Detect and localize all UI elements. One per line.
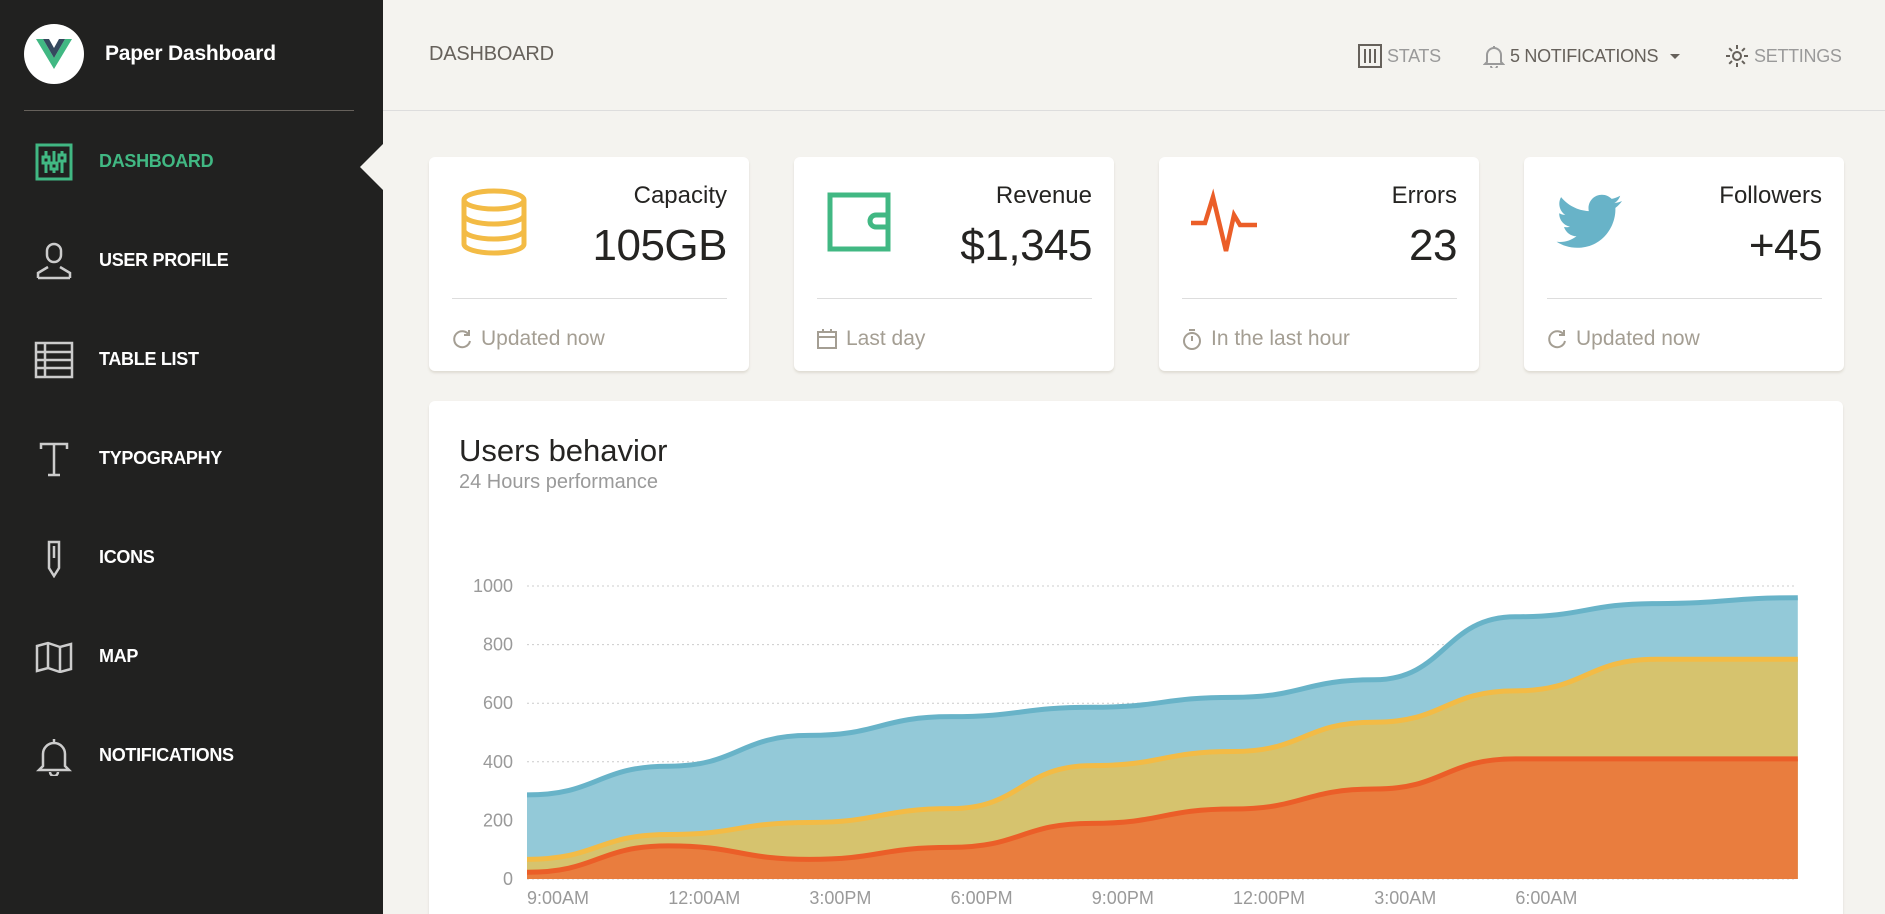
sidebar-item-label: MAP	[99, 646, 139, 666]
settings-label: SETTINGS	[1754, 45, 1842, 66]
user-icon	[34, 241, 74, 281]
top-navbar: DASHBOARD STATS 5 NOTIFICATIONS SETTINGS	[383, 0, 1885, 111]
sidebar-item-label: USER PROFILE	[99, 250, 229, 270]
x-tick-label: 9:00PM	[1092, 888, 1154, 908]
stat-footer-text: In the last hour	[1211, 327, 1350, 350]
vue-logo-icon	[24, 24, 84, 84]
stat-card-errors: Errors 23 In the last hour	[1159, 157, 1479, 371]
x-tick-label: 3:00AM	[1374, 888, 1436, 908]
sidebar-item-icons[interactable]: ICONS	[0, 508, 383, 607]
reload-icon	[453, 330, 471, 349]
brand-name: Paper Dashboard	[105, 42, 276, 65]
sidebar-nav: DASHBOARD USER PROFILE TABLE LIST TYPOGR…	[0, 112, 384, 805]
stat-value: $1,345	[960, 221, 1092, 270]
stat-footer-text: Updated now	[481, 327, 605, 350]
x-tick-label: 6:00AM	[1515, 888, 1577, 908]
map-icon	[34, 637, 74, 677]
stat-divider	[1547, 298, 1822, 299]
stat-value: 105GB	[592, 221, 728, 270]
stat-card-capacity: Capacity 105GB Updated now	[429, 157, 749, 371]
stat-label: Errors	[1391, 182, 1457, 209]
y-tick-label: 1000	[473, 576, 513, 596]
sidebar-item-user-profile[interactable]: USER PROFILE	[0, 211, 383, 310]
sidebar-item-typography[interactable]: TYPOGRAPHY	[0, 409, 383, 508]
sidebar-item-label: NOTIFICATIONS	[99, 745, 234, 765]
gear-icon	[1726, 45, 1748, 67]
sidebar: Paper Dashboard DASHBOARD USER PROFILE T…	[0, 0, 384, 914]
stats-label: STATS	[1387, 45, 1441, 66]
table-list-icon	[34, 340, 74, 380]
sliders-icon	[1358, 44, 1382, 68]
bell-icon	[34, 736, 74, 776]
stat-label: Capacity	[633, 182, 727, 209]
stat-footer-text: Last day	[846, 327, 926, 350]
y-tick-label: 400	[483, 752, 513, 772]
calendar-icon	[817, 329, 837, 349]
sliders-icon	[34, 142, 74, 182]
y-tick-label: 200	[483, 810, 513, 830]
brand[interactable]: Paper Dashboard	[24, 24, 276, 84]
sidebar-item-label: TABLE LIST	[99, 349, 199, 369]
x-tick-label: 9:00AM	[527, 888, 589, 908]
chevron-down-icon	[1670, 53, 1681, 59]
stat-value: +45	[1748, 221, 1823, 270]
stat-footer: Last day	[816, 327, 925, 351]
stats-link[interactable]: STATS	[1358, 44, 1441, 68]
sidebar-item-label: DASHBOARD	[99, 151, 214, 171]
wallet-icon	[827, 192, 891, 252]
y-tick-label: 0	[503, 869, 513, 889]
stat-footer: Updated now	[1546, 327, 1700, 351]
sidebar-item-notifications[interactable]: NOTIFICATIONS	[0, 706, 383, 805]
stat-footer-text: Updated now	[1576, 327, 1700, 350]
settings-link[interactable]: SETTINGS	[1725, 44, 1842, 68]
active-indicator	[360, 143, 384, 191]
sidebar-item-label: TYPOGRAPHY	[99, 448, 223, 468]
notifications-dropdown[interactable]: 5 NOTIFICATIONS	[1483, 44, 1681, 68]
chart-card-users-behavior: Users behavior 24 Hours performance 0 200…	[429, 401, 1843, 914]
x-tick-label: 12:00AM	[668, 888, 740, 908]
pencil-icon	[34, 538, 74, 578]
x-tick-label: 6:00PM	[951, 888, 1013, 908]
notifications-label: 5 NOTIFICATIONS	[1510, 45, 1659, 66]
stat-label: Revenue	[995, 182, 1092, 209]
stat-value: 23	[1409, 221, 1457, 270]
sidebar-item-dashboard[interactable]: DASHBOARD	[0, 112, 384, 211]
stat-card-followers: Followers +45 Updated now	[1524, 157, 1844, 371]
timer-icon	[1183, 329, 1201, 350]
sidebar-item-label: ICONS	[99, 547, 155, 567]
users-behavior-chart: 0 200 400 600 800 1000 9:00AM 12:00AM 3:00PM 6:00…	[473, 576, 1798, 908]
sidebar-item-map[interactable]: MAP	[0, 607, 383, 706]
twitter-icon	[1556, 194, 1623, 248]
stat-card-revenue: Revenue $1,345 Last day	[794, 157, 1114, 371]
stat-divider	[1182, 298, 1457, 299]
y-tick-label: 800	[483, 635, 513, 655]
reload-icon	[1548, 330, 1566, 349]
x-tick-label: 12:00PM	[1233, 888, 1305, 908]
sidebar-divider	[24, 110, 354, 111]
typography-icon	[34, 439, 74, 479]
database-icon	[461, 188, 527, 256]
stat-label: Followers	[1719, 182, 1822, 209]
sidebar-item-table-list[interactable]: TABLE LIST	[0, 310, 383, 409]
pulse-icon	[1191, 188, 1257, 252]
y-tick-label: 600	[483, 693, 513, 713]
stat-divider	[452, 298, 727, 299]
stat-footer: In the last hour	[1181, 327, 1350, 351]
bell-icon	[1483, 46, 1505, 68]
page-title: DASHBOARD	[429, 43, 554, 65]
stat-divider	[817, 298, 1092, 299]
x-tick-label: 3:00PM	[809, 888, 871, 908]
stat-footer: Updated now	[451, 327, 605, 351]
